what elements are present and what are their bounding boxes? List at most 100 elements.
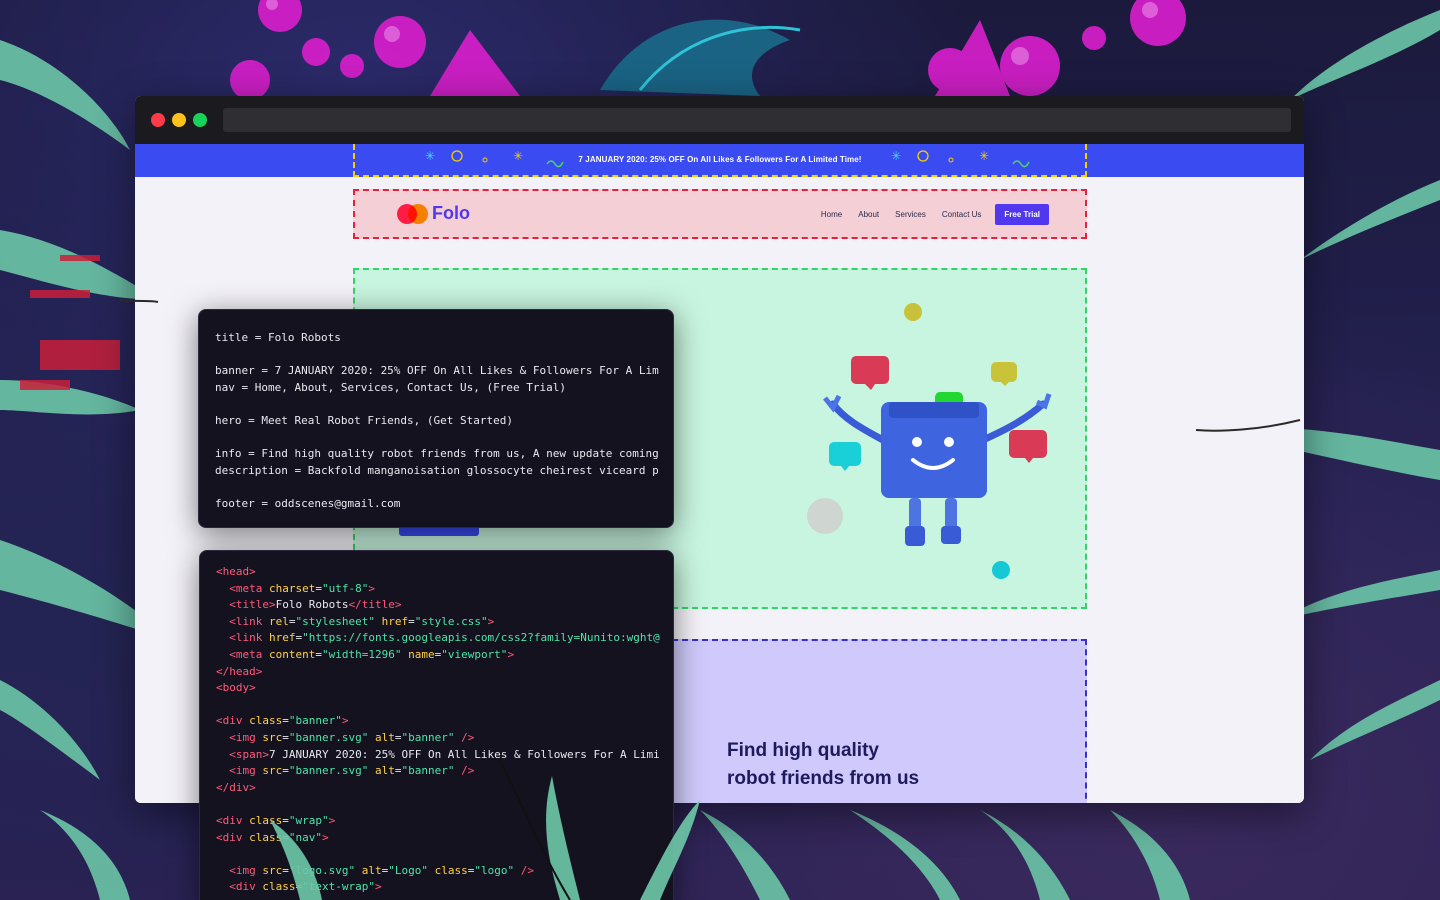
- code-line: <span>7 JANUARY 2020: 25% OFF On All Lik…: [216, 747, 659, 764]
- code-token: alt: [374, 764, 395, 778]
- config-line: [215, 430, 657, 447]
- code-token: name: [408, 647, 435, 661]
- code-token: alt: [361, 863, 382, 877]
- code-token: >: [262, 747, 269, 761]
- code-line: <div class="wrap">: [216, 813, 657, 830]
- config-lines: title = Folo Robots banner = 7 JANUARY 20…: [215, 330, 659, 513]
- minimize-window-button[interactable]: [172, 113, 186, 127]
- code-token: href: [269, 631, 296, 645]
- code-token: </: [216, 664, 230, 678]
- get-started-button[interactable]: [399, 528, 479, 536]
- logo[interactable]: Folo: [397, 203, 470, 224]
- code-token: <: [229, 730, 236, 744]
- address-bar[interactable]: [223, 108, 1291, 132]
- robot-illustration: [807, 303, 1052, 579]
- code-line: </div>: [216, 780, 657, 797]
- svg-text:✳: ✳: [891, 149, 901, 163]
- code-token: "text-wrap": [302, 880, 375, 894]
- code-token: >: [249, 565, 256, 578]
- code-panel: <head> <meta charset="utf-8"> <title>Fol…: [199, 550, 674, 900]
- code-token: src: [262, 764, 283, 778]
- nav-bar: Folo Home About Services Contact Us Free…: [353, 189, 1087, 239]
- code-token: >: [269, 598, 276, 612]
- info-title-line: Find high quality: [727, 740, 879, 761]
- logo-text: Folo: [432, 203, 470, 223]
- svg-text:✳: ✳: [425, 149, 435, 163]
- code-token: <: [229, 631, 236, 645]
- code-token: />: [461, 730, 475, 744]
- code-line: </head>: [216, 664, 657, 681]
- code-token: span: [235, 747, 263, 761]
- code-token: img: [235, 730, 263, 744]
- code-token: img: [235, 764, 263, 778]
- code-token: >: [249, 681, 256, 695]
- code-token: src: [262, 863, 283, 877]
- code-token: img: [235, 863, 263, 877]
- code-token: meta: [235, 647, 269, 661]
- code-token: <: [216, 813, 223, 827]
- code-token: >: [249, 780, 256, 794]
- code-token: href: [381, 614, 409, 628]
- nav-link-about[interactable]: About: [858, 210, 879, 219]
- code-token: "banner.svg": [288, 730, 375, 744]
- code-token: =: [408, 614, 415, 628]
- nav-link-services[interactable]: Services: [895, 210, 926, 219]
- code-token: =: [315, 581, 322, 595]
- code-token: </: [348, 598, 362, 612]
- code-line: <head>: [216, 564, 657, 581]
- info-title-line: robot friends from us: [727, 768, 920, 789]
- code-token: "banner": [288, 714, 342, 728]
- config-line: info = Find high quality robot friends f…: [215, 447, 659, 461]
- code-line: <div class="banner">: [216, 713, 657, 730]
- code-token: link: [235, 631, 269, 645]
- code-token: div: [222, 714, 250, 728]
- code-token: >: [341, 714, 349, 728]
- code-token: =: [288, 614, 296, 628]
- code-token: head: [222, 565, 250, 578]
- code-token: class: [262, 880, 296, 894]
- code-token: >: [255, 664, 263, 678]
- code-token: =: [282, 863, 289, 877]
- code-token: >: [322, 830, 329, 844]
- code-token: =: [315, 647, 322, 661]
- code-token: >: [394, 598, 402, 612]
- nav-link-home[interactable]: Home: [821, 210, 842, 219]
- code-token: <: [216, 565, 223, 578]
- close-window-button[interactable]: [151, 113, 165, 127]
- code-token: class: [434, 863, 468, 877]
- code-token: class: [249, 813, 283, 827]
- code-token: "width=1296": [321, 647, 409, 661]
- free-trial-button[interactable]: Free Trial: [995, 204, 1049, 225]
- code-token: head: [229, 664, 256, 678]
- code-token: body: [222, 681, 250, 695]
- code-token: =: [282, 730, 289, 744]
- code-token: "viewport": [441, 647, 508, 661]
- code-token: "nav": [288, 830, 322, 844]
- maximize-window-button[interactable]: [193, 113, 207, 127]
- svg-text:✳: ✳: [979, 149, 989, 163]
- code-token: <: [229, 863, 236, 877]
- code-token: =: [282, 830, 289, 844]
- logo-mark-icon: [408, 203, 428, 224]
- code-line: <body>: [216, 680, 657, 697]
- browser-chrome: [135, 96, 1304, 144]
- code-token: >: [374, 880, 382, 894]
- code-token: "logo.svg": [288, 863, 362, 877]
- code-token: />: [520, 863, 534, 877]
- code-token: "https://fonts.googleapis.com/css2?famil…: [302, 631, 660, 645]
- code-token: src: [262, 730, 283, 744]
- config-line: hero = Meet Real Robot Friends, (Get Sta…: [215, 413, 514, 427]
- code-token: />: [461, 764, 475, 778]
- code-token: "wrap": [288, 813, 329, 827]
- code-token: "banner": [401, 730, 462, 744]
- code-token: <: [229, 880, 236, 894]
- nav-link-contact[interactable]: Contact Us: [942, 210, 982, 219]
- code-token: =: [282, 813, 289, 827]
- code-lines: <head> <meta charset="utf-8"> <title>Fol…: [216, 564, 660, 896]
